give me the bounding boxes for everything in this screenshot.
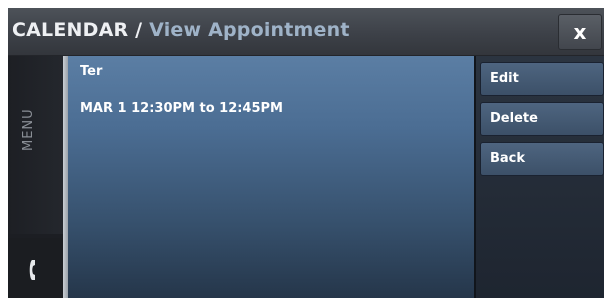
action-panel: Edit Delete Back	[474, 56, 604, 298]
app-name: CALENDAR	[12, 19, 129, 41]
title-separator: /	[135, 19, 143, 41]
title-bar: CALENDAR / View Appointment x	[8, 8, 604, 56]
appointment-time: MAR 1 12:30PM to 12:45PM	[80, 101, 283, 116]
page-title: CALENDAR / View Appointment	[12, 19, 350, 41]
appointment-details: Ter MAR 1 12:30PM to 12:45PM	[68, 56, 474, 298]
calendar-window: CALENDAR / View Appointment x MENU Ter M…	[8, 8, 604, 298]
menu-label: MENU	[21, 108, 36, 151]
sidebar: MENU	[8, 56, 63, 298]
phone-button[interactable]	[8, 238, 63, 298]
edit-button[interactable]: Edit	[480, 62, 604, 96]
delete-button[interactable]: Delete	[480, 102, 604, 136]
close-button[interactable]: x	[558, 14, 602, 50]
phone-icon	[29, 260, 35, 280]
appointment-name: Ter	[80, 64, 103, 79]
close-icon: x	[573, 20, 587, 44]
screen-title: View Appointment	[149, 19, 350, 41]
menu-tab[interactable]: MENU	[8, 56, 63, 234]
back-button[interactable]: Back	[480, 142, 604, 176]
